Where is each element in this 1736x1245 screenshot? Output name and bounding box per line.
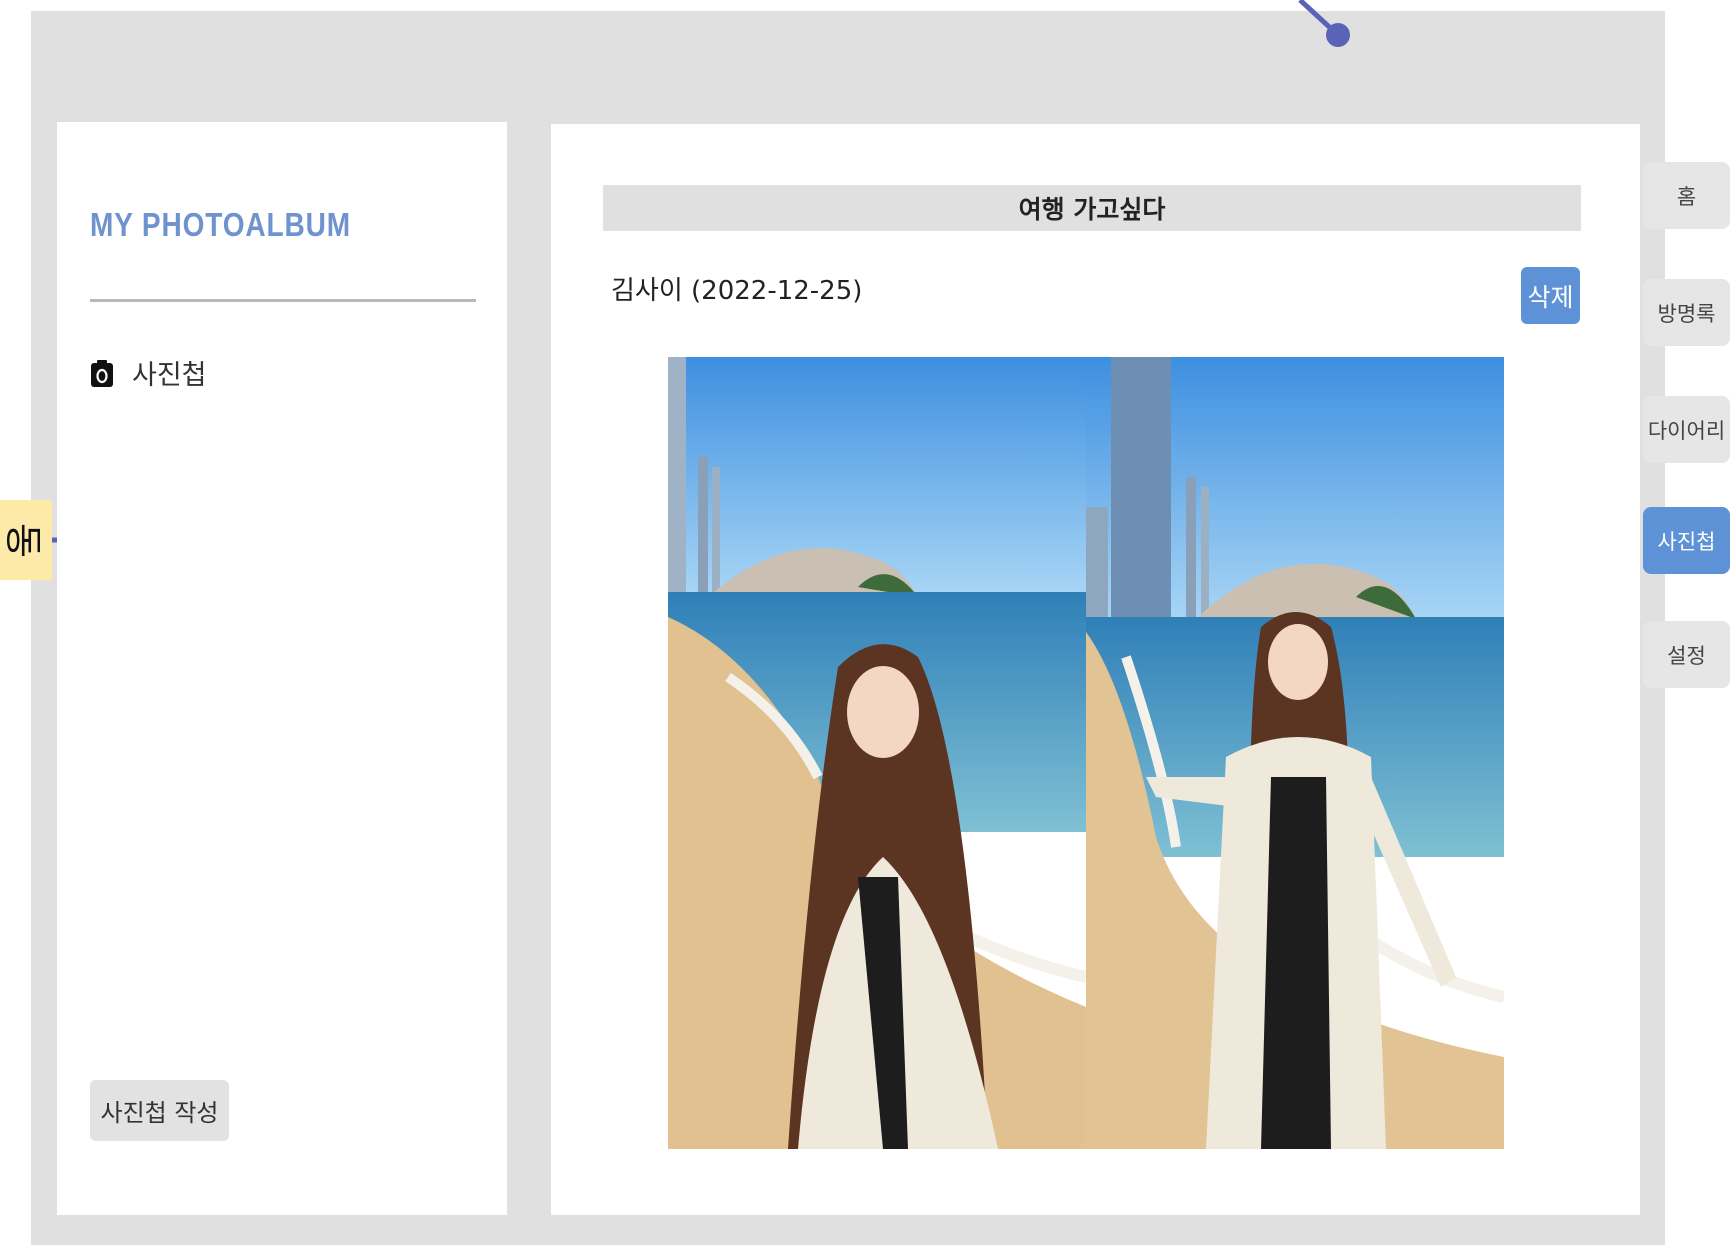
- post-author-date: 김사이 (2022-12-25): [611, 276, 863, 306]
- title-divider: [90, 299, 476, 302]
- camera-icon: [91, 359, 113, 387]
- post-title: 여행 가고싶다: [603, 185, 1581, 231]
- hanging-sticker: 동: [0, 500, 52, 580]
- sidebar-panel: MY PHOTOALBUM 사진첩 사진첩 작성: [57, 122, 507, 1215]
- beach-photo-1: [668, 357, 1086, 1149]
- sidebar-item-label: 사진첩: [132, 360, 207, 391]
- beach-photo-2: [1086, 357, 1504, 1149]
- sticker-text: 동: [0, 522, 45, 558]
- tab-diary[interactable]: 다이어리: [1643, 396, 1730, 463]
- delete-button[interactable]: 삭제: [1521, 267, 1580, 324]
- post-panel: 여행 가고싶다 김사이 (2022-12-25) 삭제: [551, 124, 1640, 1215]
- tab-guestbook[interactable]: 방명록: [1643, 279, 1730, 346]
- tab-home[interactable]: 홈: [1643, 162, 1730, 229]
- write-album-button[interactable]: 사진첩 작성: [90, 1080, 229, 1141]
- album-title: MY PHOTOALBUM: [90, 206, 351, 243]
- tab-photo-album[interactable]: 사진첩: [1643, 507, 1730, 574]
- tab-settings[interactable]: 설정: [1643, 621, 1730, 688]
- sidebar-item-photos[interactable]: 사진첩: [90, 353, 207, 392]
